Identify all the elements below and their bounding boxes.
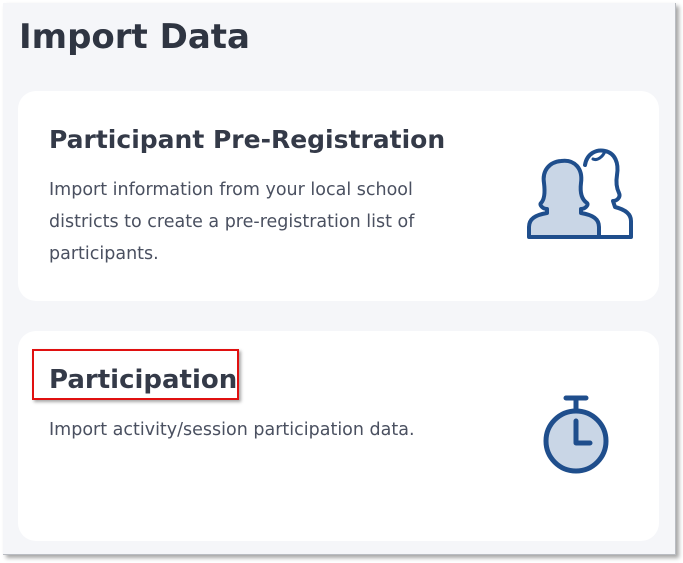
card-title[interactable]: Participant Pre-Registration [49, 125, 445, 154]
card-description: Import information from your local schoo… [49, 180, 415, 264]
card-description: Import activity/session participation da… [49, 420, 415, 440]
card-title[interactable]: Participation [49, 365, 237, 395]
users-icon [527, 148, 633, 239]
page-title: Import Data [19, 17, 250, 57]
import-card-participation[interactable]: Participation Import activity/session pa… [18, 331, 659, 541]
stopwatch-icon [543, 395, 609, 474]
import-data-page: Import Data Participant Pre-Registration… [3, 3, 676, 555]
import-card-pre-registration[interactable]: Participant Pre-Registration Import info… [18, 91, 659, 301]
